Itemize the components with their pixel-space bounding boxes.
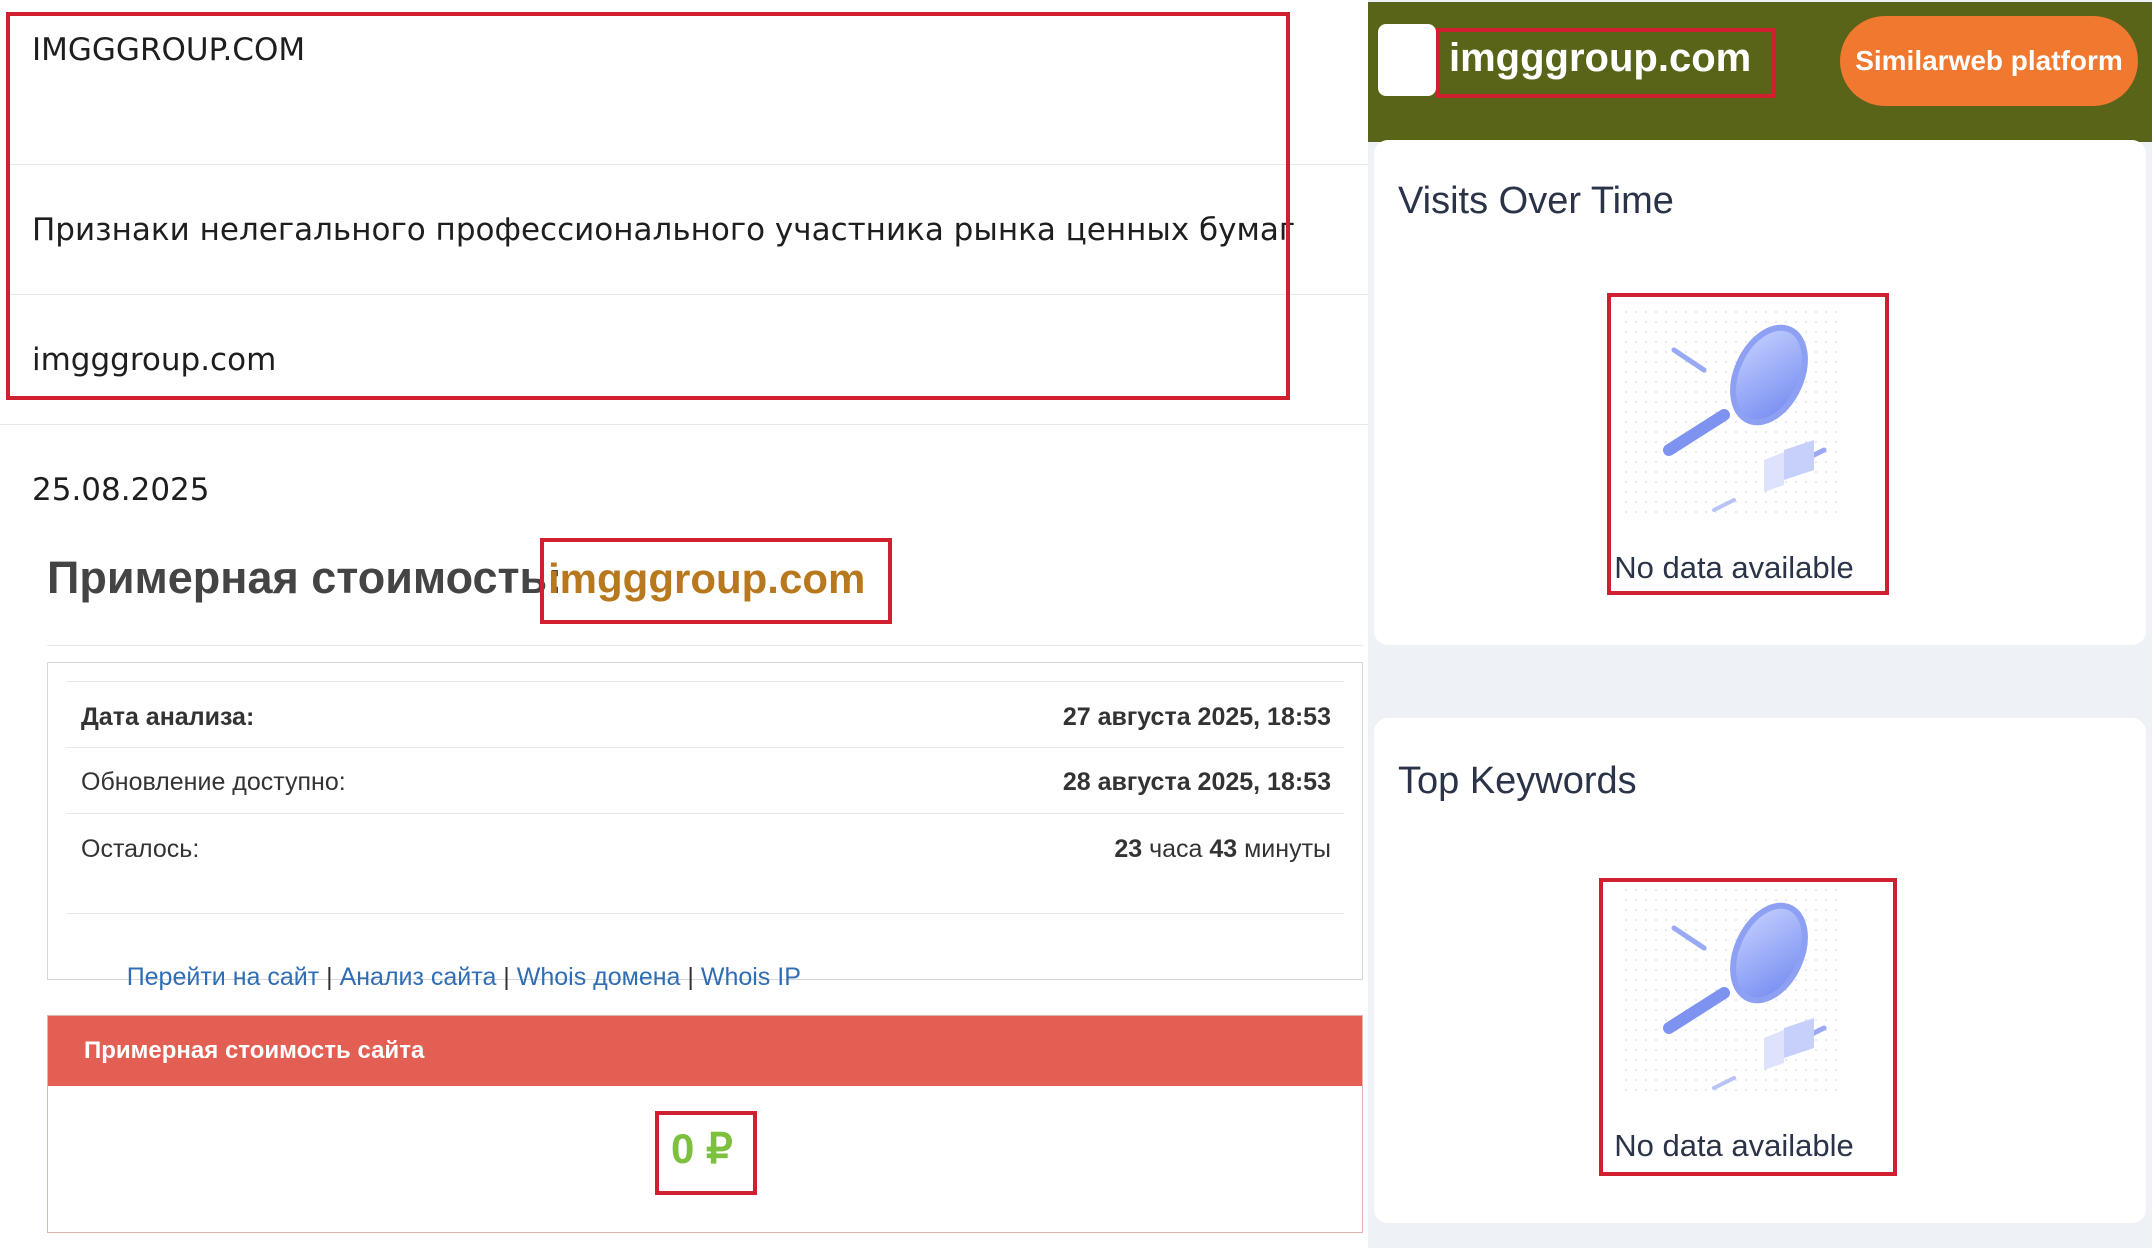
table-row-divider: [66, 681, 1344, 682]
whois-ip-link[interactable]: Whois IP: [701, 963, 801, 991]
similarweb-platform-button[interactable]: Similarweb platform: [1840, 16, 2138, 106]
divider: [47, 645, 1363, 646]
highlight-estimate-domain: [540, 538, 892, 624]
remaining-minutes-unit: минуты: [1237, 835, 1331, 863]
site-favicon: [1378, 24, 1436, 96]
registry-date: 25.08.2025: [32, 472, 210, 508]
analysis-date-value: 27 августа 2025, 18:53: [1062, 703, 1331, 731]
table-row-divider: [66, 813, 1344, 814]
analysis-date-label: Дата анализа:: [81, 703, 255, 731]
registry-panel: IMGGGROUP.COM Признаки нелегального проф…: [0, 0, 1368, 1248]
highlight-site-name: [1436, 28, 1776, 98]
remaining-value: 23 часа 43 минуты: [1114, 835, 1331, 864]
site-cost-header: Примерная стоимость сайта: [48, 1016, 1362, 1086]
analysis-table: Дата анализа: 27 августа 2025, 18:53 Обн…: [47, 662, 1363, 991]
similarweb-panel: imgggroup.com Similarweb platform Visits…: [1368, 0, 2152, 1248]
visits-over-time-title: Visits Over Time: [1398, 180, 1674, 222]
update-available-value: 28 августа 2025, 18:53: [1062, 768, 1331, 796]
estimate-title: Примерная стоимость:: [47, 552, 563, 603]
link-separator: |: [319, 963, 340, 991]
go-to-site-link[interactable]: Перейти на сайт: [127, 963, 319, 991]
site-links: Перейти на сайт | Анализ сайта | Whois д…: [85, 934, 801, 1021]
remaining-hours-unit: часа: [1142, 835, 1210, 863]
table-row-divider: [66, 747, 1344, 748]
whois-domain-link[interactable]: Whois домена: [517, 963, 681, 991]
remaining-hours: 23: [1114, 835, 1143, 863]
remaining-label: Осталось:: [81, 835, 200, 863]
highlight-cost-value: [655, 1111, 757, 1195]
table-row-divider: [66, 913, 1344, 914]
remaining-minutes: 43: [1209, 835, 1238, 863]
top-keywords-title: Top Keywords: [1398, 760, 1637, 802]
highlight-keywords-no-data: [1599, 878, 1897, 1176]
site-cost-header-text: Примерная стоимость сайта: [84, 1037, 425, 1064]
highlight-visits-no-data: [1607, 293, 1889, 595]
divider: [0, 424, 1368, 425]
site-analysis-link[interactable]: Анализ сайта: [340, 963, 497, 991]
link-separator: |: [496, 963, 517, 991]
highlight-registry-box: [6, 12, 1290, 400]
update-available-label: Обновление доступно:: [81, 768, 346, 796]
link-separator: |: [680, 963, 701, 991]
